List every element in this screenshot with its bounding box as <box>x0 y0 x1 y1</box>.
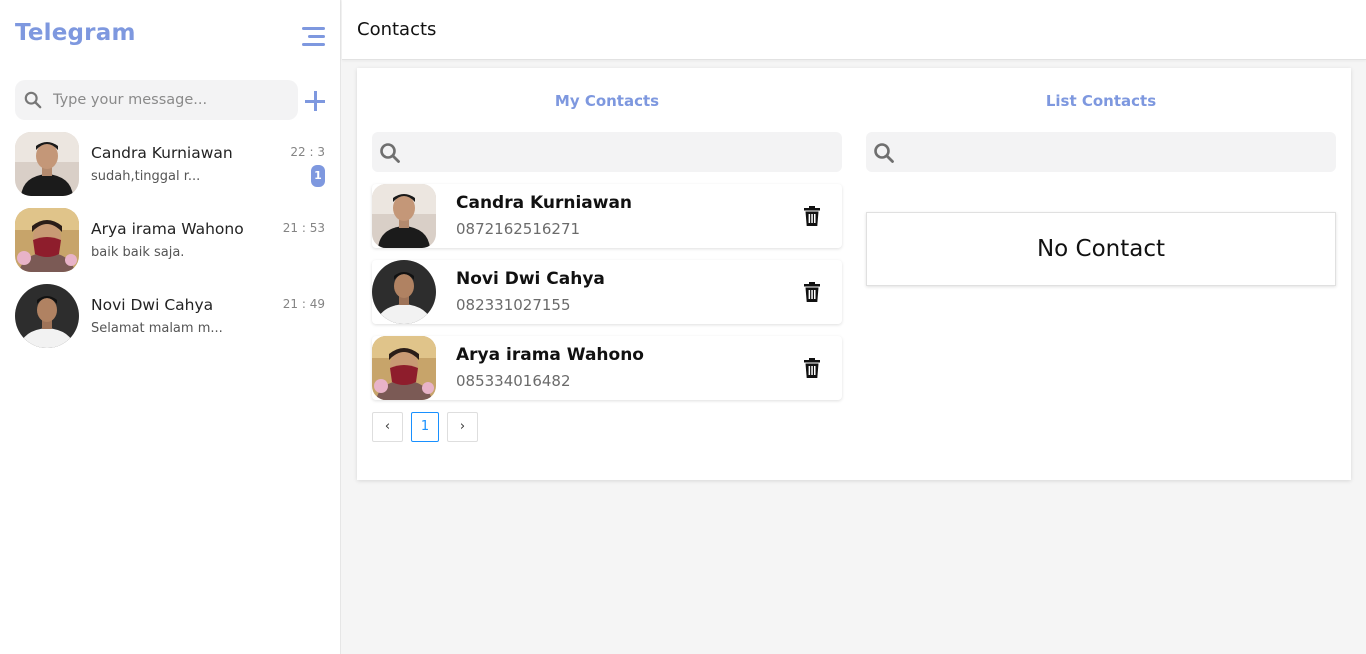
pagination-next[interactable]: › <box>447 412 478 442</box>
tab-list-contacts[interactable]: List Contacts <box>866 92 1336 110</box>
chat-item[interactable]: Candra Kurniawan sudah,tinggal r... 22 :… <box>15 132 326 196</box>
contact-name: Arya irama Wahono <box>456 345 644 365</box>
avatar <box>372 336 436 400</box>
list-contacts-search-input[interactable] <box>904 132 1324 172</box>
my-contacts-search <box>372 132 842 172</box>
search-icon <box>380 143 400 163</box>
trash-icon[interactable] <box>804 206 820 226</box>
avatar <box>372 184 436 248</box>
contact-card[interactable]: Candra Kurniawan 0872162516271 <box>372 184 842 248</box>
contacts-panel: My Contacts List Contacts Candra Kurniaw… <box>357 68 1351 480</box>
contact-phone: 082331027155 <box>456 296 571 314</box>
chat-time: 21 : 49 <box>282 297 325 311</box>
chat-preview: baik baik saja. <box>91 245 185 260</box>
sidebar: Telegram Candra Kurniawan sudah,ti <box>0 0 341 654</box>
avatar <box>15 208 79 272</box>
top-bar: Contacts <box>342 0 1366 60</box>
app-brand: Telegram <box>15 20 136 46</box>
chat-time: 22 : 3 <box>290 145 325 159</box>
unread-badge: 1 <box>311 165 325 187</box>
trash-icon[interactable] <box>804 358 820 378</box>
contact-phone: 085334016482 <box>456 372 571 390</box>
menu-icon[interactable] <box>302 26 325 47</box>
chat-item[interactable]: Novi Dwi Cahya Selamat malam m... 21 : 4… <box>15 284 326 348</box>
my-contacts-search-input[interactable] <box>410 132 830 172</box>
avatar <box>15 132 79 196</box>
page-title: Contacts <box>357 19 437 40</box>
chat-preview: Selamat malam m... <box>91 321 223 336</box>
empty-state: No Contact <box>866 212 1336 286</box>
chat-search-box <box>15 80 298 120</box>
chat-item[interactable]: Arya irama Wahono baik baik saja. 21 : 5… <box>15 208 326 272</box>
search-icon <box>874 143 894 163</box>
avatar <box>372 260 436 324</box>
search-icon <box>24 91 42 109</box>
plus-icon[interactable] <box>305 91 325 111</box>
tab-my-contacts[interactable]: My Contacts <box>372 92 842 110</box>
contact-name: Novi Dwi Cahya <box>456 269 605 289</box>
contact-card[interactable]: Arya irama Wahono 085334016482 <box>372 336 842 400</box>
contact-card[interactable]: Novi Dwi Cahya 082331027155 <box>372 260 842 324</box>
chat-name: Arya irama Wahono <box>91 220 244 238</box>
contact-name: Candra Kurniawan <box>456 193 633 213</box>
chat-time: 21 : 53 <box>282 221 325 235</box>
avatar <box>15 284 79 348</box>
contact-phone: 0872162516271 <box>456 220 581 238</box>
list-contacts-search <box>866 132 1336 172</box>
chat-preview: sudah,tinggal r... <box>91 169 201 184</box>
chat-name: Novi Dwi Cahya <box>91 296 214 314</box>
pagination-prev[interactable]: ‹ <box>372 412 403 442</box>
pagination-page[interactable]: 1 <box>411 412 439 442</box>
chat-name: Candra Kurniawan <box>91 144 233 162</box>
trash-icon[interactable] <box>804 282 820 302</box>
chat-search-input[interactable] <box>53 80 293 120</box>
